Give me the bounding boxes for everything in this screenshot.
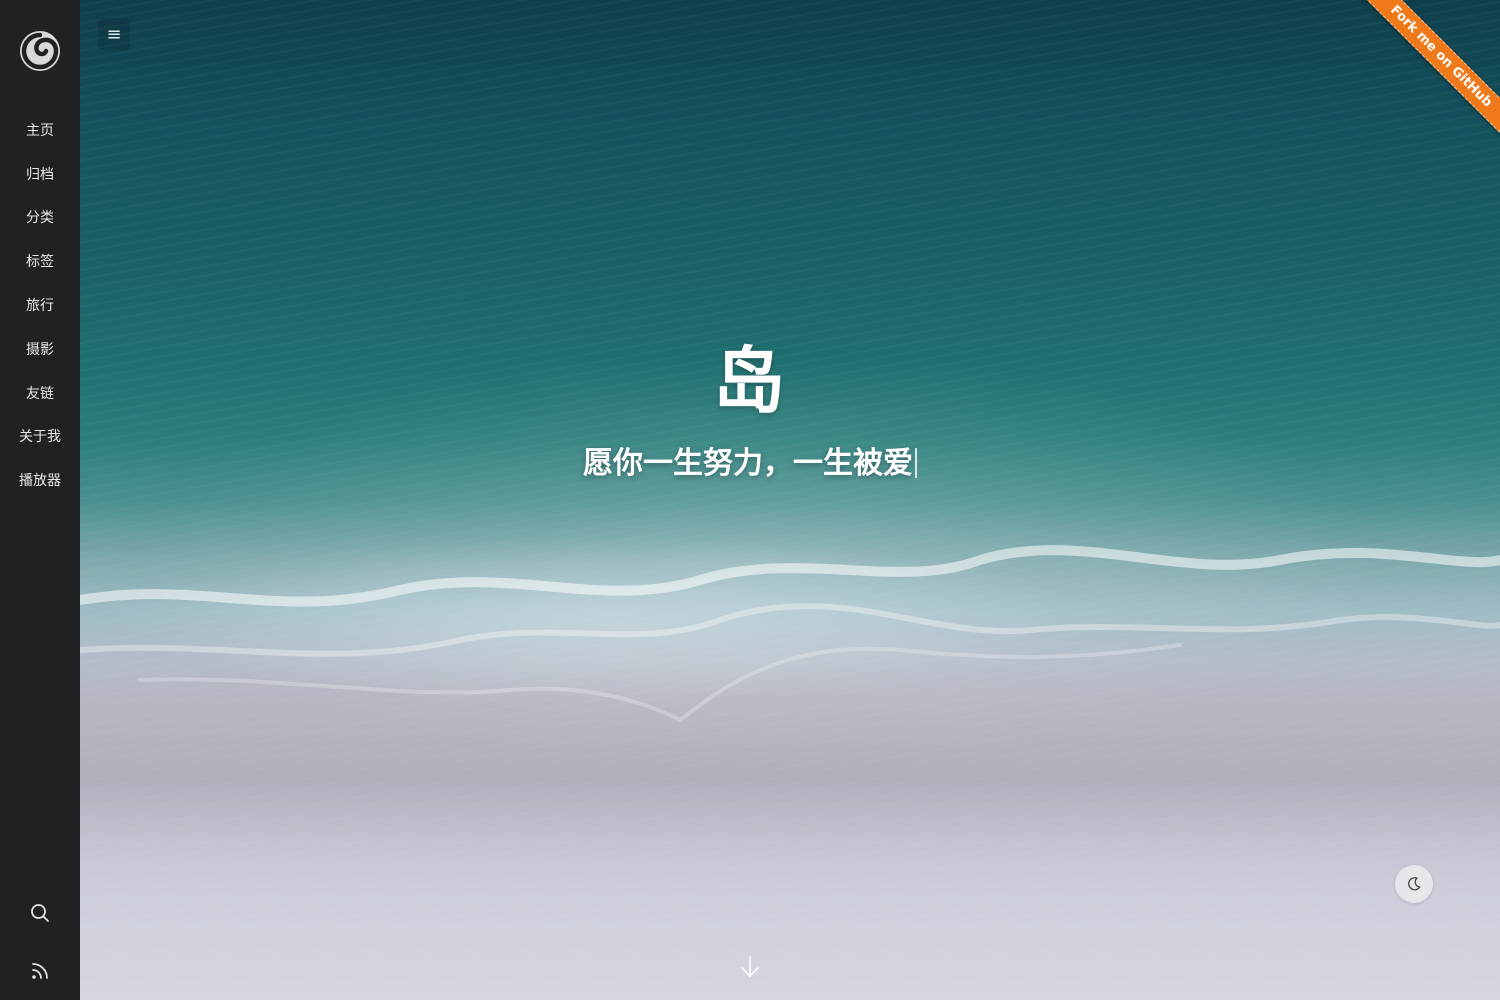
search-button[interactable]: [0, 884, 80, 942]
sidebar-item-friend-links[interactable]: 友链: [0, 371, 80, 415]
search-icon: [31, 904, 49, 922]
hamburger-icon: ≡: [106, 23, 122, 45]
hero-background: [0, 0, 1500, 1000]
moon-icon: [1408, 877, 1421, 891]
arrow-down-icon[interactable]: [737, 954, 763, 980]
swirl-logo-icon[interactable]: [19, 30, 61, 72]
menu-toggle-button[interactable]: ≡: [98, 18, 130, 50]
subtitle-text: 愿你一生努力，一生被爱: [583, 446, 913, 481]
rss-button[interactable]: [0, 942, 80, 1000]
sidebar-item-player[interactable]: 播放器: [0, 458, 80, 502]
sidebar-item-photography[interactable]: 摄影: [0, 327, 80, 371]
site-title: 岛: [712, 339, 787, 423]
sidebar-item-travel[interactable]: 旅行: [0, 283, 80, 327]
github-ribbon-container: Fork me on GitHub: [1350, 0, 1500, 150]
sidebar-item-about[interactable]: 关于我: [0, 415, 80, 459]
site-subtitle: 愿你一生努力，一生被爱: [80, 438, 1420, 482]
sidebar-item-archive[interactable]: 归档: [0, 152, 80, 196]
sidebar-bottom: [0, 884, 80, 1000]
sidebar-item-categories[interactable]: 分类: [0, 196, 80, 240]
sidebar-nav: 主页 归档 分类 标签 旅行 摄影 友链 关于我 播放器: [0, 108, 80, 502]
rss-icon: [32, 963, 48, 979]
dark-mode-button[interactable]: [1395, 865, 1433, 903]
sidebar: 主页 归档 分类 标签 旅行 摄影 友链 关于我 播放器: [0, 0, 80, 1000]
page: 主页 归档 分类 标签 旅行 摄影 友链 关于我 播放器 ≡ 岛 愿你一生努力，…: [0, 0, 1500, 1000]
typing-caret: [915, 448, 917, 478]
fork-me-ribbon[interactable]: Fork me on GitHub: [1350, 0, 1500, 147]
sidebar-item-tags[interactable]: 标签: [0, 239, 80, 283]
sidebar-item-home[interactable]: 主页: [0, 108, 80, 152]
